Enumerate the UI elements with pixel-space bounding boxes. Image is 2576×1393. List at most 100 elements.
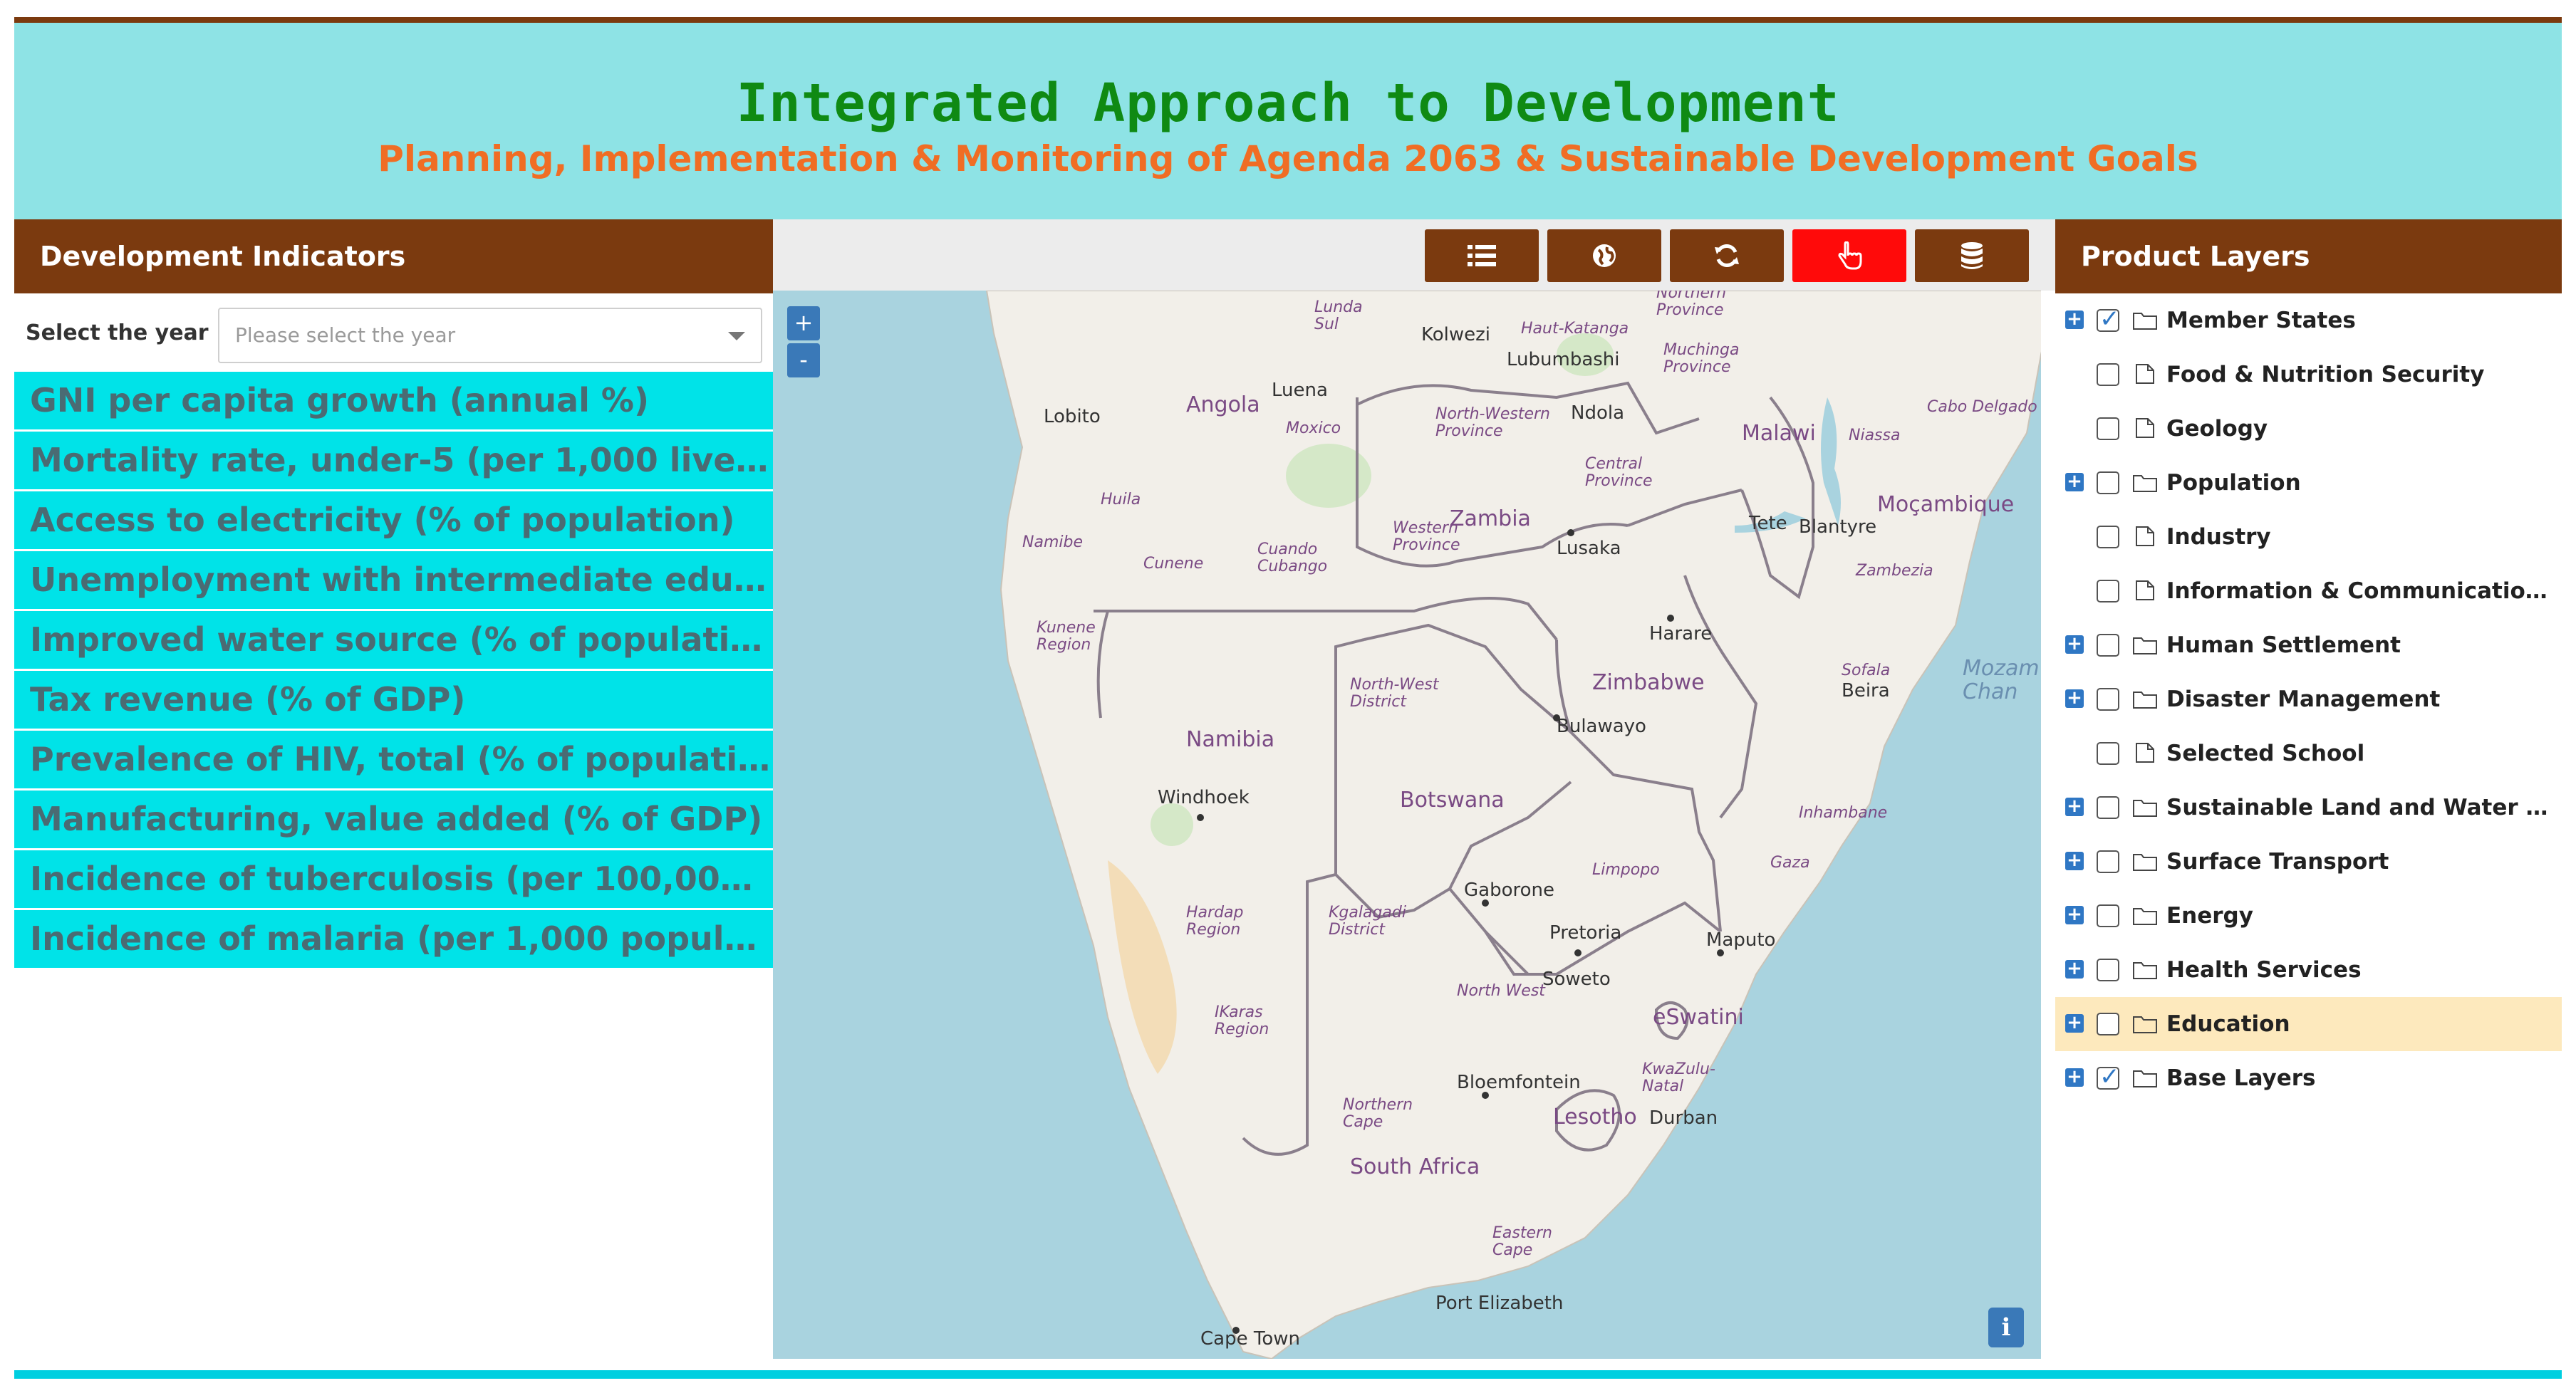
layer-checkbox[interactable] bbox=[2097, 904, 2119, 927]
file-icon bbox=[2136, 743, 2154, 763]
layer-name: Education bbox=[2166, 1011, 2290, 1037]
folder-icon bbox=[2133, 1070, 2157, 1087]
expand-icon[interactable]: + bbox=[2065, 635, 2084, 654]
map-label-pretoria: Pretoria bbox=[1549, 922, 1621, 944]
indicator-item[interactable]: Unemployment with intermediate education bbox=[14, 551, 773, 611]
map-label-lubumbashi: Lubumbashi bbox=[1507, 349, 1620, 370]
layer-item[interactable]: + Health Services bbox=[2055, 943, 2562, 997]
layer-checkbox[interactable] bbox=[2097, 363, 2119, 386]
list-button[interactable] bbox=[1425, 229, 1539, 282]
expand-icon[interactable]: + bbox=[2065, 310, 2084, 329]
indicator-item[interactable]: Prevalence of HIV, total (% of populatio… bbox=[14, 731, 773, 791]
indicator-item[interactable]: GNI per capita growth (annual %) bbox=[14, 372, 773, 432]
indicator-item[interactable]: Mortality rate, under-5 (per 1,000 live … bbox=[14, 432, 773, 491]
layer-checkbox[interactable] bbox=[2097, 742, 2119, 765]
expand-icon[interactable]: + bbox=[2065, 1068, 2084, 1087]
map-label-zambia: Zambia bbox=[1450, 506, 1531, 531]
layer-item[interactable]: + Member States bbox=[2055, 293, 2562, 348]
folder-icon bbox=[2133, 313, 2157, 330]
expand-icon[interactable]: + bbox=[2065, 472, 2084, 491]
map-label-eswatini: eSwatini bbox=[1653, 1005, 1744, 1030]
layer-item[interactable]: + Human Settlement bbox=[2055, 618, 2562, 672]
layer-item[interactable]: + Sustainable Land and Water Manage... bbox=[2055, 781, 2562, 835]
development-indicators-title: Development Indicators bbox=[14, 219, 773, 293]
map-label-beira: Beira bbox=[1842, 680, 1890, 701]
chevron-down-icon bbox=[728, 332, 745, 340]
indicator-item[interactable]: Access to electricity (% of population) bbox=[14, 491, 773, 551]
map-area: Angola Zambia Zimbabwe Namibia Botswana … bbox=[773, 219, 2055, 1359]
indicator-item[interactable]: Incidence of tuberculosis (per 100,000 p… bbox=[14, 850, 773, 910]
map-label-lobito: Lobito bbox=[1044, 406, 1101, 427]
globe-button[interactable] bbox=[1547, 229, 1661, 282]
layer-checkbox[interactable] bbox=[2097, 850, 2119, 873]
layer-checkbox[interactable] bbox=[2097, 580, 2119, 602]
map-label-mozambique: Moçambique bbox=[1877, 492, 2014, 517]
year-select-placeholder: Please select the year bbox=[235, 323, 456, 347]
layer-name: Disaster Management bbox=[2166, 687, 2441, 712]
layer-name: Member States bbox=[2166, 308, 2356, 333]
layer-item[interactable]: Food & Nutrition Security bbox=[2055, 348, 2562, 402]
indicator-item[interactable]: Incidence of malaria (per 1,000 populati… bbox=[14, 910, 773, 970]
expand-icon[interactable]: + bbox=[2065, 797, 2084, 816]
layer-checkbox[interactable] bbox=[2097, 526, 2119, 548]
map-label-north-west: North West bbox=[1457, 982, 1546, 1000]
select-feature-button[interactable] bbox=[1792, 229, 1906, 282]
layer-name: Population bbox=[2166, 470, 2301, 496]
zoom-controls: + - bbox=[787, 306, 820, 377]
layer-item[interactable]: + Population bbox=[2055, 456, 2562, 510]
indicator-item[interactable]: Improved water source (% of population w… bbox=[14, 611, 773, 671]
expand-icon[interactable]: + bbox=[2065, 1013, 2084, 1033]
map-label-hardap-region: Hardap Region bbox=[1186, 904, 1243, 939]
layer-item[interactable]: Information & Communication Tech... bbox=[2055, 564, 2562, 618]
zoom-out-button[interactable]: - bbox=[787, 343, 820, 377]
indicator-item[interactable]: Manufacturing, value added (% of GDP) bbox=[14, 791, 773, 850]
layer-name: Energy bbox=[2166, 903, 2253, 929]
map-label-zambezia: Zambezia bbox=[1855, 562, 1933, 580]
layer-name: Food & Nutrition Security bbox=[2166, 362, 2485, 387]
layer-item[interactable]: Selected School bbox=[2055, 726, 2562, 781]
layer-item[interactable]: + Energy bbox=[2055, 889, 2562, 943]
layer-checkbox[interactable] bbox=[2097, 796, 2119, 819]
layer-checkbox[interactable] bbox=[2097, 634, 2119, 657]
indicator-item[interactable]: Tax revenue (% of GDP) bbox=[14, 671, 773, 731]
map-canvas[interactable]: Angola Zambia Zimbabwe Namibia Botswana … bbox=[773, 291, 2041, 1359]
layer-checkbox[interactable] bbox=[2097, 959, 2119, 981]
layer-checkbox[interactable] bbox=[2097, 688, 2119, 711]
map-label-south-africa: South Africa bbox=[1350, 1154, 1480, 1179]
year-selector-row: Select the year Please select the year bbox=[14, 293, 773, 372]
year-select[interactable]: Please select the year bbox=[218, 308, 762, 363]
expand-icon[interactable]: + bbox=[2065, 905, 2084, 924]
zoom-in-button[interactable]: + bbox=[787, 306, 820, 340]
expand-icon[interactable]: + bbox=[2065, 959, 2084, 979]
layer-name: Health Services bbox=[2166, 957, 2362, 983]
expand-icon[interactable]: + bbox=[2065, 851, 2084, 870]
layer-checkbox[interactable] bbox=[2097, 305, 2120, 333]
map-label-tete: Tete bbox=[1748, 513, 1787, 534]
layer-checkbox[interactable] bbox=[2097, 1063, 2120, 1091]
layer-item[interactable]: Geology bbox=[2055, 402, 2562, 456]
folder-icon bbox=[2133, 908, 2157, 925]
database-button[interactable] bbox=[1915, 229, 2029, 282]
layer-item[interactable]: + Base Layers bbox=[2055, 1051, 2562, 1105]
layer-item[interactable]: + Disaster Management bbox=[2055, 672, 2562, 726]
map-label-niassa: Niassa bbox=[1849, 427, 1900, 444]
info-button[interactable]: i bbox=[1988, 1308, 2024, 1347]
refresh-button[interactable] bbox=[1670, 229, 1784, 282]
map-label-cape-town: Cape Town bbox=[1200, 1328, 1300, 1350]
page-subtitle: Planning, Implementation & Monitoring of… bbox=[378, 138, 2198, 179]
map-label-blantyre: Blantyre bbox=[1799, 516, 1876, 538]
map-label-gaborone: Gaborone bbox=[1464, 880, 1554, 901]
layer-item[interactable]: Industry bbox=[2055, 510, 2562, 564]
layer-checkbox[interactable] bbox=[2097, 1013, 2119, 1035]
map-label-harare: Harare bbox=[1649, 623, 1712, 645]
globe-icon bbox=[1593, 244, 1616, 267]
layer-checkbox[interactable] bbox=[2097, 417, 2119, 440]
map-label-kwazulu-natal: KwaZulu-Natal bbox=[1642, 1060, 1715, 1095]
folder-icon bbox=[2133, 800, 2157, 817]
expand-icon[interactable]: + bbox=[2065, 689, 2084, 708]
layer-item[interactable]: + Education bbox=[2055, 997, 2562, 1051]
layer-checkbox[interactable] bbox=[2097, 471, 2119, 494]
map-label-muchinga: Muchinga Province bbox=[1663, 341, 1739, 376]
layer-item[interactable]: + Surface Transport bbox=[2055, 835, 2562, 889]
map-label-lusaka: Lusaka bbox=[1557, 538, 1621, 559]
